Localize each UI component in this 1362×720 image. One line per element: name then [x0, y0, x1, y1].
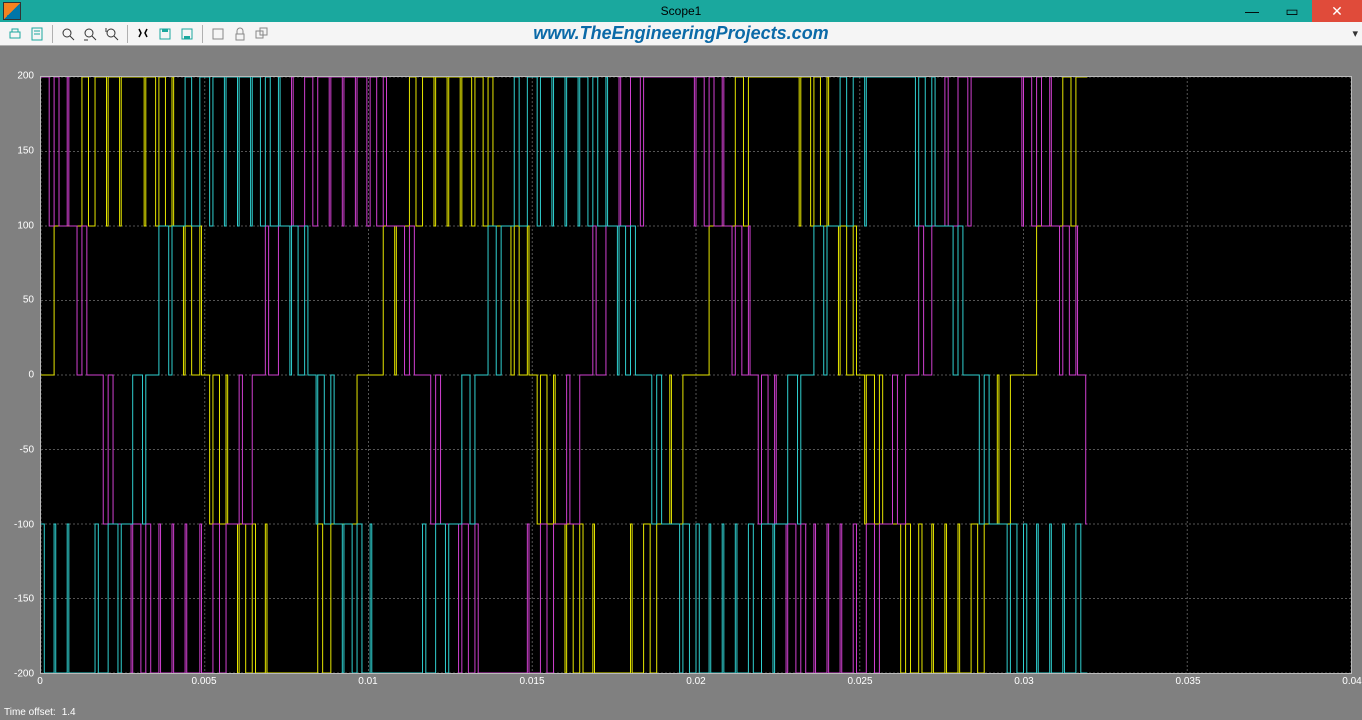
float-icon[interactable] [252, 24, 272, 44]
parameters-icon[interactable] [27, 24, 47, 44]
y-tick-label: 50 [23, 295, 34, 306]
x-tick-label: 0.025 [847, 676, 872, 687]
y-tick-label: -50 [20, 444, 34, 455]
y-axis-ticks: -200-150-100-50050100150200 [0, 76, 38, 674]
x-tick-label: 0.035 [1175, 676, 1200, 687]
y-tick-label: 150 [17, 145, 34, 156]
scope-plot[interactable] [40, 76, 1352, 674]
y-tick-label: -100 [14, 519, 34, 530]
x-tick-label: 0 [37, 676, 43, 687]
plot-area: -200 -150 -100 -50 0 50 100 150 200 0 0.005 0.01 0.… [0, 46, 1362, 704]
titlebar: Scope1 — ▭ ✕ [0, 0, 1362, 22]
save-config-icon[interactable] [155, 24, 175, 44]
zoom-y-icon[interactable] [102, 24, 122, 44]
x-tick-label: 0.03 [1014, 676, 1033, 687]
zoom-icon[interactable] [58, 24, 78, 44]
x-tick-label: 0.04 [1342, 676, 1361, 687]
x-axis-ticks: 00.0050.010.0150.020.0250.030.0350.04 [40, 676, 1352, 690]
zoom-x-icon[interactable] [80, 24, 100, 44]
statusbar: Time offset: 1.4 [0, 704, 1362, 720]
y-tick-label: 200 [17, 71, 34, 82]
x-tick-label: 0.02 [686, 676, 705, 687]
x-tick-label: 0.01 [358, 676, 377, 687]
window-title: Scope1 [0, 4, 1362, 18]
watermark-text: www.TheEngineeringProjects.com [0, 23, 1362, 44]
separator [52, 25, 53, 43]
y-tick-label: 100 [17, 220, 34, 231]
toolbar: www.TheEngineeringProjects.com ▾ [0, 22, 1362, 46]
toolbar-overflow-icon[interactable]: ▾ [1352, 27, 1358, 40]
y-tick-label: 0 [28, 370, 34, 381]
highlight-icon[interactable] [208, 24, 228, 44]
x-tick-label: 0.015 [519, 676, 544, 687]
separator [127, 25, 128, 43]
print-icon[interactable] [5, 24, 25, 44]
x-tick-label: 0.005 [191, 676, 216, 687]
y-tick-label: -150 [14, 594, 34, 605]
time-offset-value: 1.4 [62, 707, 76, 718]
autoscale-icon[interactable] [133, 24, 153, 44]
y-tick-label: -200 [14, 669, 34, 680]
lock-icon[interactable] [230, 24, 250, 44]
separator [202, 25, 203, 43]
restore-config-icon[interactable] [177, 24, 197, 44]
time-offset-label: Time offset: [4, 707, 56, 718]
